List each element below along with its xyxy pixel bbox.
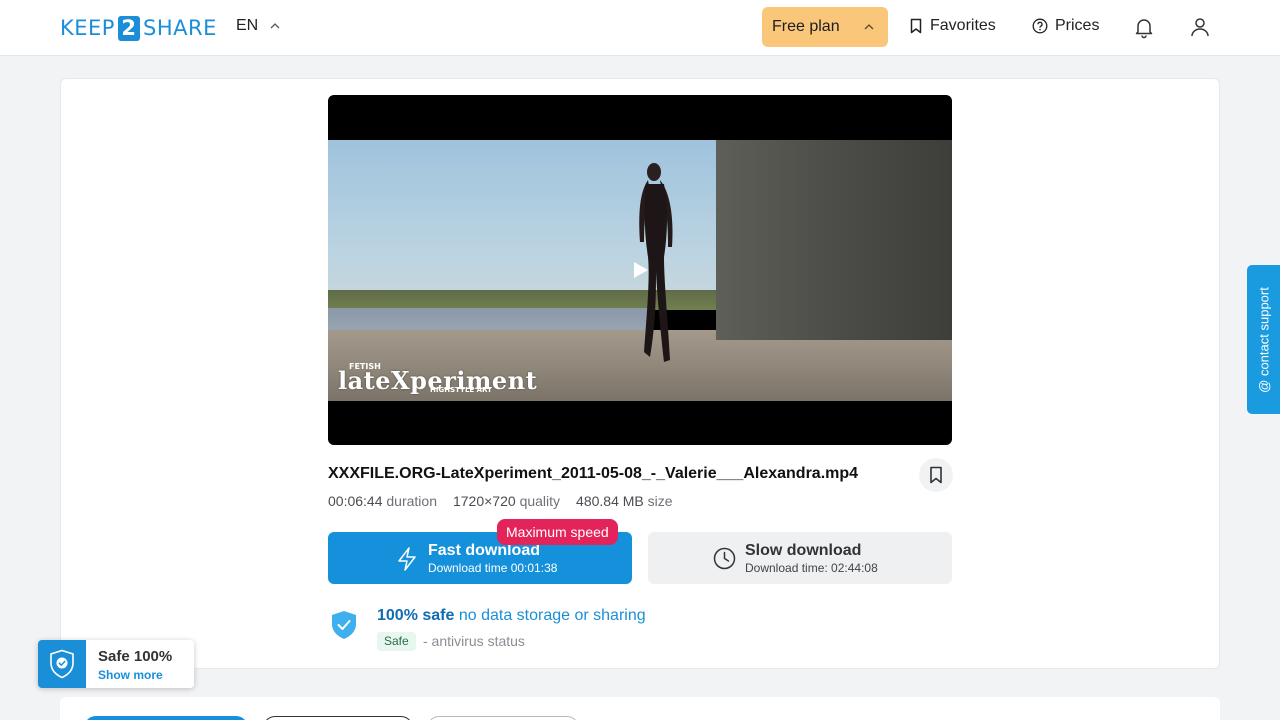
watermark-sub: HIGHSTYLE ART — [430, 386, 492, 394]
file-name: XXXFILE.ORG-LateXperiment_2011-05-08_-_V… — [328, 465, 859, 482]
plan-label: Free plan — [772, 18, 840, 35]
logo-text-mid: 2 — [117, 15, 140, 41]
logo-text-right: SHARE — [142, 16, 217, 40]
plan-button[interactable]: Free plan — [762, 7, 888, 47]
language-label: EN — [236, 17, 259, 34]
logo-text-left: KEEP — [60, 16, 115, 40]
question-circle-icon — [1032, 18, 1048, 34]
safety-headline-strong: 100% safe — [377, 607, 455, 624]
logo[interactable]: KEEP 2 SHARE — [60, 15, 217, 41]
favorites-label: Favorites — [930, 17, 996, 34]
clock-icon — [713, 547, 736, 570]
shield-check-icon — [50, 649, 74, 679]
bookmark-icon — [930, 466, 942, 484]
toast-icon-box — [38, 640, 86, 688]
add-favorite-button[interactable] — [919, 458, 953, 492]
video-wall — [716, 140, 952, 340]
size-label: size — [647, 493, 673, 509]
bookmark-icon — [910, 18, 922, 34]
video-player[interactable]: FETISH lateXperiment HIGHSTYLE ART — [328, 95, 952, 445]
size-value: 480.84 MB — [576, 493, 644, 509]
language-selector[interactable]: EN — [236, 17, 280, 35]
duration-label: duration — [386, 493, 437, 509]
favorites-link[interactable]: Favorites — [909, 17, 996, 35]
quality-label: quality — [519, 493, 561, 509]
duration-info: 00:06:44 duration — [328, 493, 437, 509]
bell-icon[interactable] — [1132, 15, 1156, 39]
prices-link[interactable]: Prices — [1032, 17, 1099, 35]
slow-download-title: Slow download — [745, 542, 862, 559]
file-meta: 00:06:44 duration 1720×720 quality 480.8… — [328, 493, 673, 509]
prices-label: Prices — [1055, 17, 1100, 34]
max-speed-badge: Maximum speed — [497, 519, 618, 545]
top-header: KEEP 2 SHARE EN Free plan Favorites Pric… — [0, 0, 1280, 56]
chevron-up-icon — [270, 23, 280, 29]
tab-third[interactable] — [427, 716, 579, 720]
contact-support-label: @ contact support — [1256, 286, 1271, 393]
chevron-up-icon — [864, 24, 874, 30]
tab-second[interactable] — [263, 716, 413, 720]
safe-toast[interactable]: Safe 100% Show more — [38, 640, 194, 688]
antivirus-status-badge: Safe — [377, 632, 416, 651]
safety-headline-rest: no data storage or sharing — [458, 607, 646, 624]
slow-download-time: Download time: 02:44:08 — [745, 561, 878, 575]
user-icon[interactable] — [1188, 15, 1212, 39]
tab-active[interactable] — [84, 716, 248, 720]
shield-check-icon — [332, 611, 356, 639]
antivirus-status-label: - antivirus status — [423, 633, 525, 649]
duration-value: 00:06:44 — [328, 493, 383, 509]
show-more-link[interactable]: Show more — [98, 668, 163, 682]
lightning-icon — [398, 547, 416, 571]
safety-headline: 100% safe no data storage or sharing — [377, 607, 646, 625]
slow-download-button[interactable]: Slow download Download time: 02:44:08 — [648, 532, 952, 584]
quality-value: 1720×720 — [452, 493, 516, 509]
fast-download-time: Download time 00:01:38 — [428, 561, 558, 575]
play-icon[interactable] — [633, 261, 649, 279]
toast-title: Safe 100% — [98, 648, 173, 665]
quality-info: 1720×720 quality — [453, 493, 560, 509]
size-info: 480.84 MB size — [576, 493, 673, 509]
contact-support-tab[interactable]: @ contact support — [1247, 265, 1280, 414]
